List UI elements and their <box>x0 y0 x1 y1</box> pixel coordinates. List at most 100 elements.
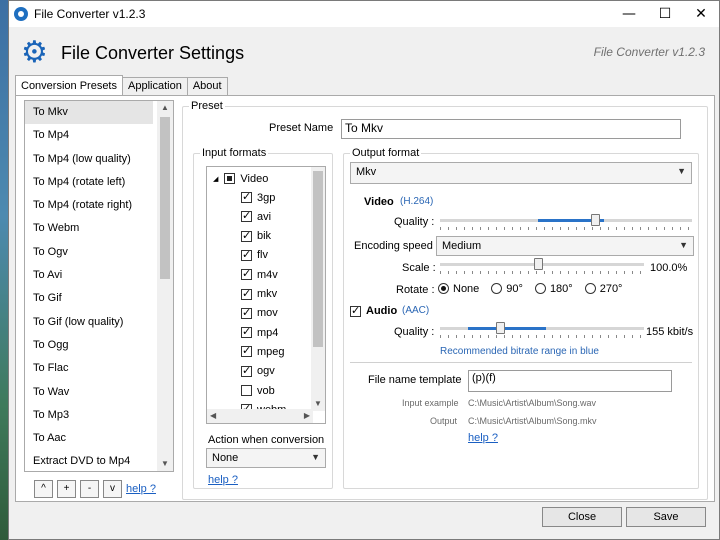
video-quality-label: Quality : <box>394 216 435 228</box>
preset-list-item[interactable]: To Mp4 (low quality) <box>25 148 153 171</box>
formats-scroll-thumb[interactable] <box>313 171 323 347</box>
tab-about[interactable]: About <box>186 77 228 95</box>
preset-list-item[interactable]: To Mp4 (rotate left) <box>25 171 153 194</box>
formats-scrollbar[interactable]: ▼ <box>311 167 325 411</box>
format-item-bik[interactable]: bik <box>241 227 271 246</box>
preset-list-scrollbar[interactable]: ▲ ▼ <box>157 101 173 471</box>
preset-list-item[interactable]: To Webm <box>25 217 153 240</box>
scale-slider[interactable] <box>440 258 644 274</box>
audio-quality-value: 155 kbit/s <box>646 326 694 338</box>
tab-conversion-presets[interactable]: Conversion Presets <box>15 75 123 95</box>
preset-name-input[interactable]: To Mkv <box>341 119 681 139</box>
format-item-avi[interactable]: avi <box>241 207 271 226</box>
format-item-ogv[interactable]: ogv <box>241 362 275 381</box>
format-checkbox[interactable] <box>241 209 252 223</box>
rotate-option[interactable]: None <box>438 283 479 295</box>
rotate-option[interactable]: 270° <box>584 283 622 295</box>
format-checkbox[interactable] <box>241 190 252 203</box>
format-item-mkv[interactable]: mkv <box>241 285 277 304</box>
preset-list-item[interactable]: Extract DVD to Mp4 <box>25 450 153 471</box>
rotate-radio[interactable] <box>491 283 503 294</box>
input-formats-help-link[interactable]: help ? <box>208 474 238 486</box>
scroll-up-arrow-icon[interactable]: ▲ <box>157 101 173 115</box>
format-checkbox[interactable] <box>241 344 252 358</box>
format-item-mpeg[interactable]: mpeg <box>241 342 285 361</box>
close-window-button[interactable]: ✕ <box>683 1 719 27</box>
format-checkbox[interactable] <box>241 248 252 261</box>
format-label: mpeg <box>257 345 285 358</box>
preset-list-item[interactable]: To Flac <box>25 357 153 380</box>
format-checkbox[interactable] <box>241 229 252 242</box>
format-item-3gp[interactable]: 3gp <box>241 188 275 207</box>
close-button[interactable]: Close <box>542 507 622 527</box>
format-checkbox[interactable] <box>241 385 252 396</box>
format-checkbox[interactable] <box>241 364 252 377</box>
preset-list-item[interactable]: To Mp4 (rotate right) <box>25 194 153 217</box>
rotate-radio[interactable] <box>584 283 596 294</box>
format-label: mkv <box>257 288 278 300</box>
format-item-mov[interactable]: mov <box>241 304 278 323</box>
settings-window: File Converter v1.2.3 — ☐ ✕ ⚙ File Conve… <box>8 0 720 540</box>
input-example-label: Input example <box>402 398 459 408</box>
tab-application[interactable]: Application <box>122 77 188 95</box>
format-item-mp4[interactable]: mp4 <box>241 323 278 342</box>
preset-list-item[interactable]: To Aac <box>25 427 153 450</box>
preset-list-item[interactable]: To Gif (low quality) <box>25 311 153 334</box>
format-checkbox[interactable] <box>241 306 252 319</box>
input-formats-tree[interactable]: ◢ Video 3gp avi bik flv m4v mkv mov mp4 mpeg ogv v… <box>206 166 326 424</box>
video-label: Video <box>240 172 269 185</box>
add-preset-button[interactable]: + <box>57 480 76 498</box>
video-checkbox[interactable] <box>224 173 236 184</box>
output-format-dropdown[interactable]: Mkv ▼ <box>350 162 692 184</box>
format-item-m4v[interactable]: m4v <box>241 265 278 284</box>
move-up-button[interactable]: ^ <box>34 480 53 498</box>
format-checkbox[interactable] <box>241 267 252 281</box>
audio-quality-slider[interactable] <box>440 322 644 338</box>
audio-checkbox[interactable] <box>350 304 361 317</box>
scroll-left-arrow-icon[interactable]: ◀ <box>210 409 216 423</box>
output-example-label: Output <box>430 416 458 426</box>
remove-preset-button[interactable]: - <box>80 480 99 498</box>
preset-list-item[interactable]: To Mp4 <box>25 124 153 147</box>
chevron-down-icon: ▼ <box>311 452 320 462</box>
format-item-flv[interactable]: flv <box>241 246 268 265</box>
format-checkbox[interactable] <box>241 325 252 339</box>
save-button[interactable]: Save <box>626 507 706 527</box>
format-item-vob[interactable]: vob <box>241 381 275 400</box>
preset-list-item[interactable]: To Mp3 <box>25 404 153 427</box>
preset-list-item[interactable]: To Gif <box>25 287 153 310</box>
preset-list-item[interactable]: To Ogg <box>25 334 153 357</box>
file-name-template-input[interactable]: (p)(f) <box>468 370 672 392</box>
formats-hscrollbar[interactable]: ◀ ▶ <box>207 409 313 423</box>
formats-scroll-down-icon[interactable]: ▼ <box>311 397 325 411</box>
maximize-button[interactable]: ☐ <box>647 1 683 27</box>
scroll-down-arrow-icon[interactable]: ▼ <box>157 457 173 471</box>
preset-list-item[interactable]: To Ogv <box>25 241 153 264</box>
minimize-button[interactable]: — <box>611 1 647 27</box>
action-dropdown[interactable]: None ▼ <box>206 448 326 468</box>
preset-list-item[interactable]: To Mkv <box>25 101 153 125</box>
template-help-link[interactable]: help ? <box>468 432 498 444</box>
rotate-option-label: None <box>453 283 480 295</box>
rotate-radio[interactable] <box>438 283 449 294</box>
format-label: ogv <box>257 365 275 378</box>
rotate-option[interactable]: 90° <box>491 283 523 295</box>
presets-help-link[interactable]: help ? <box>126 483 156 495</box>
collapse-arrow-icon[interactable]: ◢ <box>213 175 218 183</box>
preset-list[interactable]: To Mkv To Mp4 To Mp4 (low quality) To Mp4 (… <box>24 100 174 472</box>
file-name-template-label: File name template <box>368 374 462 386</box>
rotate-radio[interactable] <box>534 283 546 294</box>
scroll-thumb[interactable] <box>160 117 170 279</box>
format-checkbox[interactable] <box>241 287 252 300</box>
format-label: mov <box>257 307 278 320</box>
preset-list-item[interactable]: To Wav <box>25 381 153 404</box>
video-section-label: Video <box>364 196 394 208</box>
audio-quality-label: Quality : <box>394 326 435 338</box>
tree-root-video[interactable]: ◢ Video <box>213 169 268 188</box>
preset-list-item[interactable]: To Avi <box>25 264 153 287</box>
video-quality-slider[interactable] <box>440 214 692 230</box>
scroll-right-arrow-icon[interactable]: ▶ <box>304 409 310 423</box>
rotate-option[interactable]: 180° <box>534 283 573 295</box>
move-down-button[interactable]: v <box>103 480 122 498</box>
encoding-speed-dropdown[interactable]: Medium ▼ <box>436 236 694 256</box>
